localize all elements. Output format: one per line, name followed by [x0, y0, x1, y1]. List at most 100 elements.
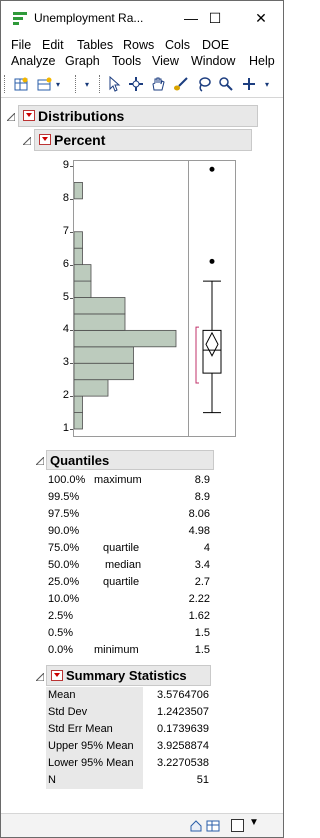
menu-edit[interactable]: Edit: [42, 38, 64, 52]
y-tick-mark: [70, 396, 73, 398]
chevron-down-icon[interactable]: ▼: [249, 817, 259, 828]
maximize-button[interactable]: ☐: [197, 5, 233, 31]
distributions-title: Distributions: [38, 108, 125, 124]
toolbar-grip-2[interactable]: [75, 75, 79, 93]
histogram-bar[interactable]: [73, 297, 126, 315]
summary-statistics-title: Summary Statistics: [66, 668, 187, 683]
red-triangle-menu-icon[interactable]: [51, 670, 63, 681]
summary-stat-label: Std Err Mean: [48, 723, 113, 735]
y-tick-mark: [70, 330, 73, 332]
histogram-bar[interactable]: [73, 182, 83, 200]
magnifier-tool-icon[interactable]: [217, 74, 235, 94]
histogram-bar[interactable]: [73, 264, 92, 282]
tools-dropdown-icon[interactable]: ▾: [262, 74, 272, 94]
brush-tool-icon[interactable]: [172, 74, 190, 94]
quantile-percent: 75.0%: [48, 542, 80, 554]
menu-help[interactable]: Help: [249, 54, 275, 68]
y-tick-label: 7: [62, 224, 69, 237]
y-tick-label: 4: [62, 323, 69, 336]
menu-file[interactable]: File: [11, 38, 31, 52]
summary-stat-label: Lower 95% Mean: [48, 757, 134, 769]
selection-checkbox[interactable]: [231, 819, 244, 832]
new-data-table-icon[interactable]: [12, 74, 30, 94]
histogram-bar[interactable]: [73, 231, 83, 249]
home-icon[interactable]: [189, 819, 203, 833]
menu-cols[interactable]: Cols: [165, 38, 190, 52]
quantile-percent: 0.0%: [48, 644, 74, 656]
close-button[interactable]: ✕: [243, 5, 279, 31]
quantile-percent: 25.0%: [48, 576, 80, 588]
window-title: Unemployment Ra...: [34, 11, 144, 25]
quantile-value: 3.4: [194, 559, 210, 571]
menu-tables[interactable]: Tables: [77, 38, 113, 52]
hand-tool-icon[interactable]: [149, 74, 167, 94]
menu-rows[interactable]: Rows: [123, 38, 154, 52]
quantile-row: 25.0% quartile 2.7: [47, 574, 213, 591]
quantile-percent: 50.0%: [48, 559, 80, 571]
menu-graph[interactable]: Graph: [65, 54, 100, 68]
menu-doe[interactable]: DOE: [202, 38, 229, 52]
y-tick-label: 6: [62, 257, 69, 270]
percent-header[interactable]: Percent: [34, 129, 252, 151]
summary-values: 3.5764706 1.2423507 0.1739639 3.9258874 3.22…: [143, 687, 209, 789]
report-content: Distributions Percent Quantiles 100.0% ma…: [1, 98, 283, 810]
y-tick-mark: [70, 297, 73, 299]
histogram-bar[interactable]: [73, 395, 83, 413]
collapse-triangle-icon[interactable]: [23, 137, 31, 145]
quantile-row: 90.0% 4.98: [47, 523, 213, 540]
plus-tool-icon[interactable]: [240, 74, 258, 94]
histogram-bar[interactable]: [73, 329, 177, 348]
box-iqr: [202, 329, 222, 374]
jmp-report-window: Unemployment Ra... — ☐ ✕ File Edit Table…: [0, 0, 284, 838]
quantile-value: 4: [203, 542, 210, 554]
histogram-bar[interactable]: [73, 412, 83, 430]
histogram-bar[interactable]: [73, 346, 134, 364]
collapse-triangle-icon[interactable]: [36, 457, 44, 465]
menu-analyze[interactable]: Analyze: [11, 54, 55, 68]
toolbar-dropdown-icon[interactable]: ▾: [53, 74, 63, 94]
arrow-tool-icon[interactable]: [106, 74, 122, 94]
quantile-percent: 2.5%: [48, 610, 74, 622]
toolbar-grip-3[interactable]: [99, 75, 103, 93]
histogram-bar[interactable]: [73, 313, 126, 331]
quantile-row: 99.5% 8.9: [47, 489, 213, 506]
y-tick-mark: [70, 264, 73, 266]
distributions-header[interactable]: Distributions: [18, 105, 258, 127]
open-data-table-icon[interactable]: [36, 74, 54, 94]
y-tick-mark: [70, 231, 73, 233]
quantile-label: maximum: [94, 474, 142, 486]
quantile-percent: 0.5%: [48, 627, 74, 639]
red-triangle-menu-icon[interactable]: [39, 134, 51, 145]
collapse-triangle-icon[interactable]: [7, 113, 15, 121]
crosshair-tool-icon[interactable]: [127, 74, 145, 94]
histogram-bar[interactable]: [73, 280, 92, 298]
toolbar-grip[interactable]: [4, 75, 8, 93]
toolbar-overflow-icon[interactable]: ▾: [82, 74, 92, 94]
shortest-half-bracket: [195, 326, 199, 384]
quantile-row: 97.5% 8.06: [47, 506, 213, 523]
y-tick-mark: [70, 429, 73, 430]
quantile-label: quartile: [103, 576, 140, 588]
summary-labels: Mean Std Dev Std Err Mean Upper 95% Mean Low…: [46, 687, 143, 789]
red-triangle-menu-icon[interactable]: [23, 110, 35, 121]
summary-stat-label: Std Dev: [48, 706, 88, 718]
menu-window[interactable]: Window: [191, 54, 235, 68]
histogram-bar[interactable]: [73, 379, 109, 397]
summary-stat-value: 0.1739639: [157, 723, 209, 735]
title-bar: Unemployment Ra... — ☐ ✕: [1, 1, 283, 35]
y-tick-label: 5: [62, 290, 69, 303]
lasso-tool-icon[interactable]: [195, 74, 213, 94]
quantile-value: 8.06: [188, 508, 210, 520]
histogram-plot[interactable]: [73, 160, 189, 437]
menu-view[interactable]: View: [152, 54, 179, 68]
menu-tools[interactable]: Tools: [112, 54, 141, 68]
box-plot[interactable]: [188, 160, 236, 437]
quantiles-header[interactable]: Quantiles: [46, 450, 214, 470]
y-tick-mark: [70, 198, 73, 200]
summary-statistics-header[interactable]: Summary Statistics: [46, 665, 211, 686]
collapse-triangle-icon[interactable]: [36, 673, 44, 681]
histogram-bar[interactable]: [73, 362, 134, 381]
data-table-icon[interactable]: [206, 819, 220, 833]
histogram-bar[interactable]: [73, 247, 83, 266]
jmp-app-icon: [13, 12, 27, 25]
